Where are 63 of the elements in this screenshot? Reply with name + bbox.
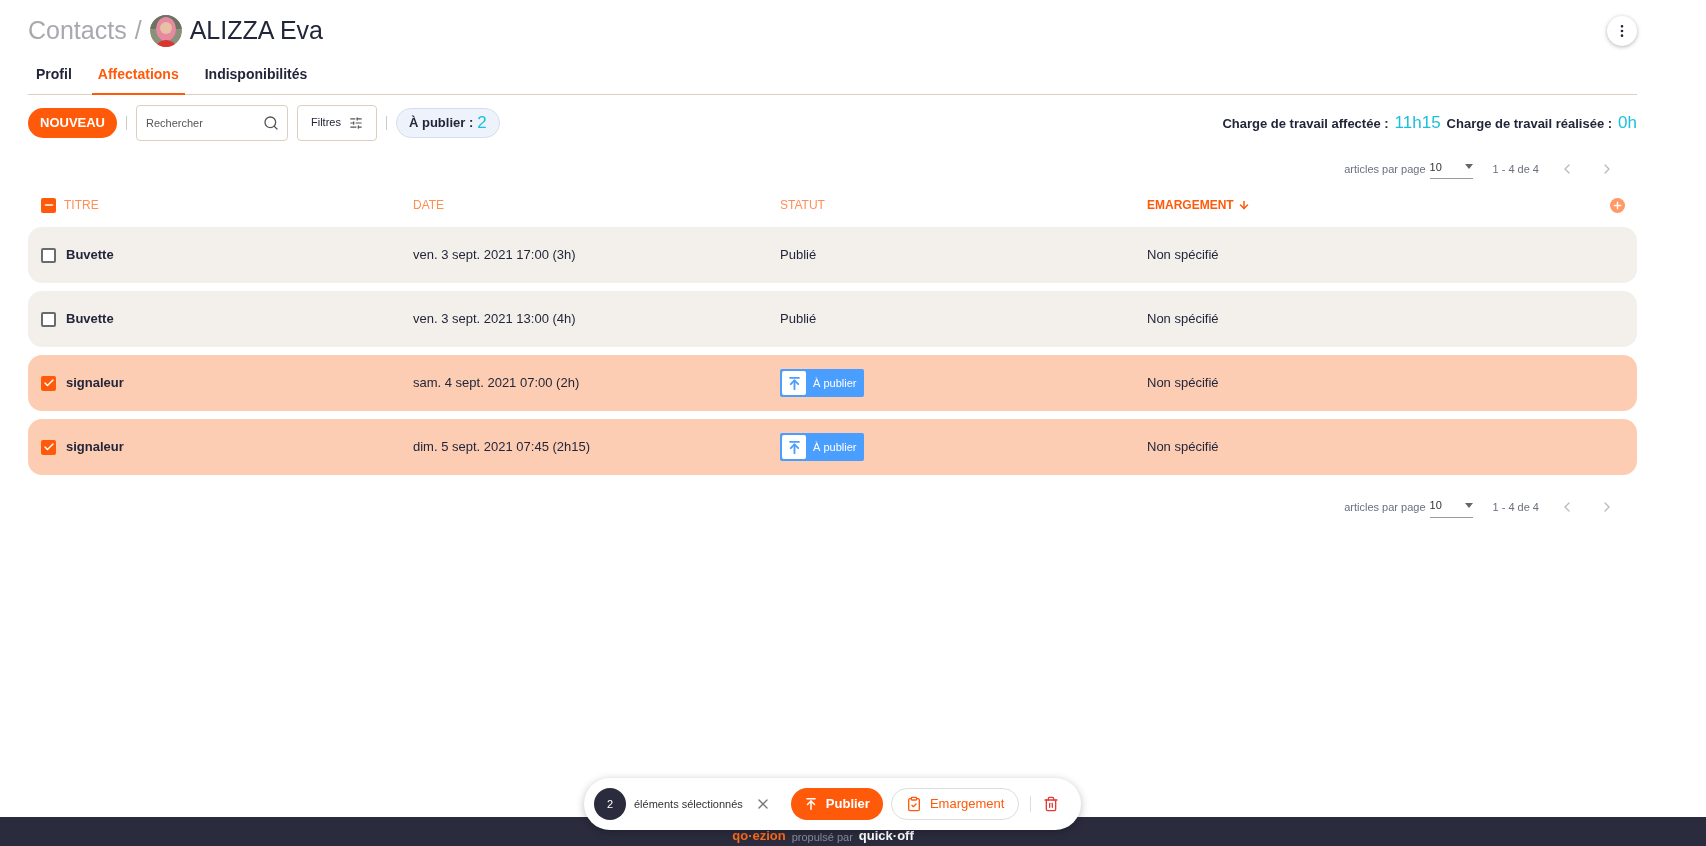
page-range: 1 - 4 de 4: [1492, 500, 1539, 515]
upload-icon: [786, 375, 802, 391]
tab[interactable]: Indisponibilités: [198, 63, 314, 94]
table-cell: Publié: [780, 247, 817, 263]
table-row[interactable]: Buvette ven. 3 sept. 2021 13:00 (4h) Publié Non spécifié: [28, 291, 1637, 347]
workload-label: Charge de travail affectée :: [1222, 114, 1389, 133]
workload-value: 0h: [1618, 111, 1637, 134]
checkbox[interactable]: [41, 439, 56, 455]
selection-label: éléments sélectionnés: [634, 796, 743, 812]
table-cell-text: sam. 4 sept. 2021 07:00 (2h): [413, 374, 581, 393]
sort-arrow-icon: [1237, 199, 1250, 211]
plus-icon: [1611, 199, 1623, 211]
tab[interactable]: Profil: [30, 63, 78, 94]
vendor-logo: quick·off: [858, 826, 914, 845]
caret-icon: [1464, 164, 1473, 170]
table-cell-text: ven. 3 sept. 2021 13:00 (4h): [413, 310, 577, 329]
table-row[interactable]: Buvette ven. 3 sept. 2021 17:00 (3h) Publié Non spécifié: [28, 227, 1637, 283]
to-publish-label: À publier :: [408, 113, 474, 132]
select-all-checkbox[interactable]: [41, 197, 56, 213]
table-cell-text: Non spécifié: [1147, 374, 1220, 393]
table-row[interactable]: signaleur sam. 4 sept. 2021 07:00 (2h) À publier Non spécifié: [28, 355, 1637, 411]
upload-icon: [803, 797, 818, 811]
search-field[interactable]: Rechercher: [136, 104, 288, 141]
status-badge: À publier: [780, 369, 865, 397]
table-cell-text: Non spécifié: [1147, 246, 1220, 265]
page-size-select[interactable]: 10: [1429, 158, 1473, 179]
delete-icon[interactable]: [1043, 796, 1060, 812]
filter-icon: [348, 115, 363, 130]
table-cell-text: Non spécifié: [1147, 310, 1220, 329]
upload-icon: [786, 439, 802, 455]
caret-icon: [1464, 502, 1473, 508]
page-range: 1 - 4 de 4: [1492, 161, 1539, 177]
table-cell-text: Buvette: [66, 246, 114, 265]
table-cell-text: Non spécifié: [1147, 438, 1220, 457]
workload-label: Charge de travail réalisée :: [1446, 114, 1613, 133]
table-row[interactable]: signaleur dim. 5 sept. 2021 07:45 (2h15) À publier Non spécifié: [28, 419, 1637, 475]
contact-name: ALIZZA Eva: [189, 15, 323, 46]
checkbox[interactable]: [41, 247, 56, 263]
breadcrumb-separator: /: [134, 15, 142, 46]
brand-logo: qo·ezion: [732, 826, 786, 845]
checkbox[interactable]: [41, 311, 56, 327]
filters-button[interactable]: Filtres: [297, 104, 377, 141]
clipboard-check-icon: [905, 796, 922, 812]
page-size-select[interactable]: 10: [1429, 497, 1473, 518]
to-publish-chip[interactable]: À publier : 2: [395, 107, 500, 138]
search-icon: [263, 114, 279, 131]
add-column-icon[interactable]: [1609, 197, 1625, 213]
selection-count: 2: [594, 788, 626, 820]
table-cell-text: signaleur: [66, 374, 124, 393]
table-cell-text: dim. 5 sept. 2021 07:45 (2h15): [413, 438, 592, 457]
check-icon: [42, 441, 55, 453]
powered-by-text: propulsé par: [791, 829, 853, 845]
table-cell-text: ven. 3 sept. 2021 17:00 (3h): [413, 246, 577, 265]
status-badge: À publier: [780, 433, 865, 461]
page-size-label: articles par page: [1344, 500, 1426, 515]
table-cell-text: Buvette: [66, 310, 114, 329]
page-size-label: articles par page: [1344, 161, 1426, 177]
table-cell-text: signaleur: [66, 438, 124, 457]
to-publish-count: 2: [477, 111, 487, 134]
workload-value: 11h15: [1394, 111, 1441, 134]
checkbox[interactable]: [41, 375, 56, 391]
check-icon: [42, 377, 55, 389]
table-cell: Publié: [780, 311, 817, 327]
